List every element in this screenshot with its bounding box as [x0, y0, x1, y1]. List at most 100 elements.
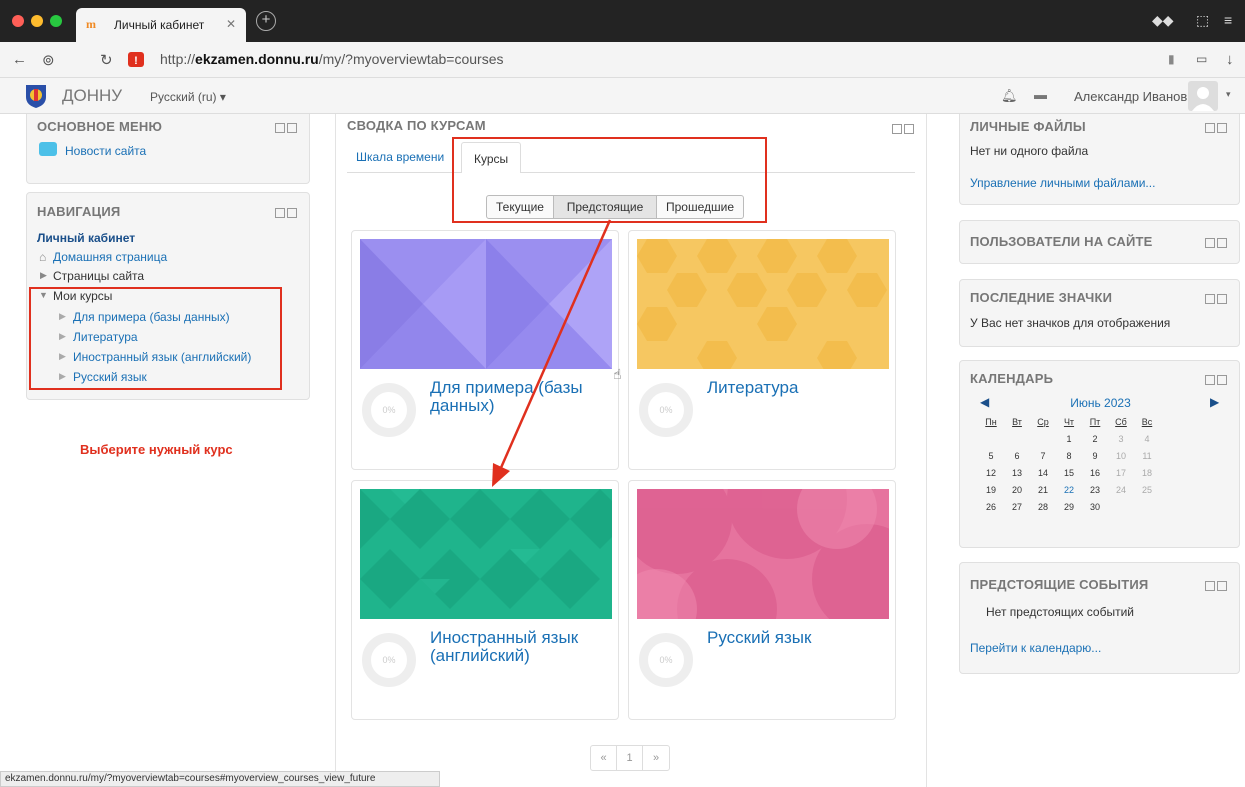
- pager-prev-button[interactable]: «: [591, 746, 617, 770]
- calendar-day[interactable]: 23: [1082, 481, 1108, 498]
- calendar-day[interactable]: 5: [978, 447, 1004, 464]
- calendar-day[interactable]: 20: [1004, 481, 1030, 498]
- messages-icon[interactable]: ▬: [1034, 87, 1047, 102]
- bookmark-icon[interactable]: ▮: [1168, 52, 1175, 66]
- close-window-button[interactable]: [12, 15, 24, 27]
- online-users-block: ПОЛЬЗОВАТЕЛИ НА САЙТЕ: [959, 220, 1240, 264]
- course-name-link[interactable]: Литература: [707, 379, 887, 397]
- snapshot-icon[interactable]: ⬚: [1196, 12, 1209, 29]
- minimize-window-button[interactable]: [31, 15, 43, 27]
- block-controls-icon[interactable]: [1205, 238, 1229, 250]
- calendar-day[interactable]: 26: [978, 498, 1004, 515]
- calendar-day[interactable]: 2: [1082, 430, 1108, 447]
- pagination: «1»: [590, 745, 670, 771]
- next-month-icon[interactable]: ▶: [1210, 395, 1219, 409]
- block-controls-icon[interactable]: [892, 124, 916, 136]
- no-badges-text: У Вас нет значков для отображения: [970, 316, 1171, 330]
- opera-icon[interactable]: ⊚: [42, 51, 55, 69]
- calendar-day[interactable]: 14: [1030, 464, 1056, 481]
- calendar-day[interactable]: 21: [1030, 481, 1056, 498]
- calendar-day[interactable]: 7: [1030, 447, 1056, 464]
- new-tab-button[interactable]: +: [256, 11, 276, 31]
- battery-icon[interactable]: ▭: [1196, 52, 1207, 66]
- avatar[interactable]: [1188, 81, 1218, 111]
- calendar-day[interactable]: 17: [1108, 464, 1134, 481]
- university-logo-icon[interactable]: [24, 83, 48, 109]
- calendar-day[interactable]: 22: [1056, 481, 1082, 498]
- calendar-day[interactable]: 15: [1056, 464, 1082, 481]
- block-title: КАЛЕНДАРЬ: [970, 371, 1054, 386]
- main-menu-block: ОСНОВНОЕ МЕНЮ Новости сайта: [26, 114, 310, 184]
- tab-timeline[interactable]: Шкала времени: [356, 150, 444, 164]
- browser-tab[interactable]: m Личный кабинет ✕: [76, 8, 246, 42]
- home-page-link[interactable]: Домашняя страница: [53, 250, 167, 264]
- calendar-day[interactable]: 16: [1082, 464, 1108, 481]
- calendar-day[interactable]: 11: [1134, 447, 1160, 464]
- progress-circle: 0%: [639, 383, 693, 437]
- notifications-icon[interactable]: 🔔︎: [1001, 88, 1018, 104]
- download-icon[interactable]: ↓: [1226, 51, 1234, 68]
- menu-icon[interactable]: ≡: [1224, 12, 1232, 28]
- block-controls-icon[interactable]: [1205, 375, 1229, 387]
- block-controls-icon[interactable]: [275, 208, 299, 220]
- block-controls-icon[interactable]: [275, 123, 299, 135]
- pager-next-button[interactable]: »: [643, 746, 669, 770]
- site-pages-item[interactable]: Страницы сайта: [53, 269, 144, 283]
- calendar-day[interactable]: 1: [1056, 430, 1082, 447]
- course-card[interactable]: 0% Русский язык: [628, 480, 896, 720]
- calendar-day[interactable]: 13: [1004, 464, 1030, 481]
- course-card[interactable]: 0% Литература: [628, 230, 896, 470]
- course-card[interactable]: 0% Иностранный язык (английский): [351, 480, 619, 720]
- block-controls-icon[interactable]: [1205, 123, 1229, 135]
- course-name-link[interactable]: Иностранный язык (английский): [430, 629, 610, 665]
- dashboard-link[interactable]: Личный кабинет: [37, 231, 135, 245]
- goto-calendar-link[interactable]: Перейти к календарю...: [970, 641, 1101, 655]
- calendar-day[interactable]: 9: [1082, 447, 1108, 464]
- svg-text:!: !: [134, 55, 138, 67]
- calendar-weekday: Чт: [1063, 416, 1075, 427]
- upcoming-events-block: ПРЕДСТОЯЩИЕ СОБЫТИЯ Нет предстоящих собы…: [959, 562, 1240, 674]
- manage-files-link[interactable]: Управление личными файлами...: [970, 176, 1155, 190]
- calendar-day[interactable]: 3: [1108, 430, 1134, 447]
- calendar-day[interactable]: 6: [1004, 447, 1030, 464]
- block-controls-icon[interactable]: [1205, 294, 1229, 306]
- close-tab-icon[interactable]: ✕: [226, 17, 236, 31]
- site-header: ДОННУ Русский (ru) ▾ 🔔︎ ▬ Александр Иван…: [0, 78, 1245, 114]
- calendar-month-label[interactable]: Июнь 2023: [960, 396, 1241, 410]
- calendar-day[interactable]: 27: [1004, 498, 1030, 515]
- calendar-day[interactable]: 12: [978, 464, 1004, 481]
- site-name[interactable]: ДОННУ: [62, 86, 122, 106]
- no-files-text: Нет ни одного файла: [970, 144, 1089, 158]
- calendar-week: 1234: [978, 430, 1160, 447]
- calendar-day[interactable]: 8: [1056, 447, 1082, 464]
- calendar-day[interactable]: 30: [1082, 498, 1108, 515]
- url-input[interactable]: http://ekzamen.donnu.ru/my/?myoverviewta…: [160, 51, 504, 67]
- calendar-day[interactable]: 25: [1134, 481, 1160, 498]
- warning-icon[interactable]: !: [128, 52, 144, 67]
- reload-icon[interactable]: ↻: [100, 51, 113, 69]
- language-menu[interactable]: Русский (ru) ▾: [150, 90, 226, 104]
- calendar-day[interactable]: 4: [1134, 430, 1160, 447]
- maximize-window-button[interactable]: [50, 15, 62, 27]
- calendar-day[interactable]: 10: [1108, 447, 1134, 464]
- vpn-icon[interactable]: ◆◆: [1152, 12, 1174, 29]
- user-menu-name[interactable]: Александр Иванов: [1074, 89, 1187, 104]
- course-image[interactable]: [637, 489, 889, 619]
- site-news-link[interactable]: Новости сайта: [65, 144, 146, 158]
- calendar-day[interactable]: 18: [1134, 464, 1160, 481]
- chevron-down-icon[interactable]: ▾: [1226, 89, 1231, 100]
- calendar-day[interactable]: 29: [1056, 498, 1082, 515]
- chevron-right-icon[interactable]: ▶: [40, 270, 47, 281]
- course-image[interactable]: [360, 489, 612, 619]
- calendar-day[interactable]: 24: [1108, 481, 1134, 498]
- calendar-weekday: Пн: [985, 416, 997, 427]
- calendar-day[interactable]: 28: [1030, 498, 1056, 515]
- browser-tab-bar: m Личный кабинет ✕ + ◆◆ ⬚ ≡: [0, 0, 1245, 42]
- course-name-link[interactable]: Русский язык: [707, 629, 887, 647]
- block-title: ПРЕДСТОЯЩИЕ СОБЫТИЯ: [970, 577, 1149, 592]
- block-controls-icon[interactable]: [1205, 581, 1229, 593]
- course-image[interactable]: [637, 239, 889, 369]
- back-icon[interactable]: ←: [12, 51, 27, 68]
- calendar-day[interactable]: 19: [978, 481, 1004, 498]
- pager-page-button[interactable]: 1: [617, 746, 643, 770]
